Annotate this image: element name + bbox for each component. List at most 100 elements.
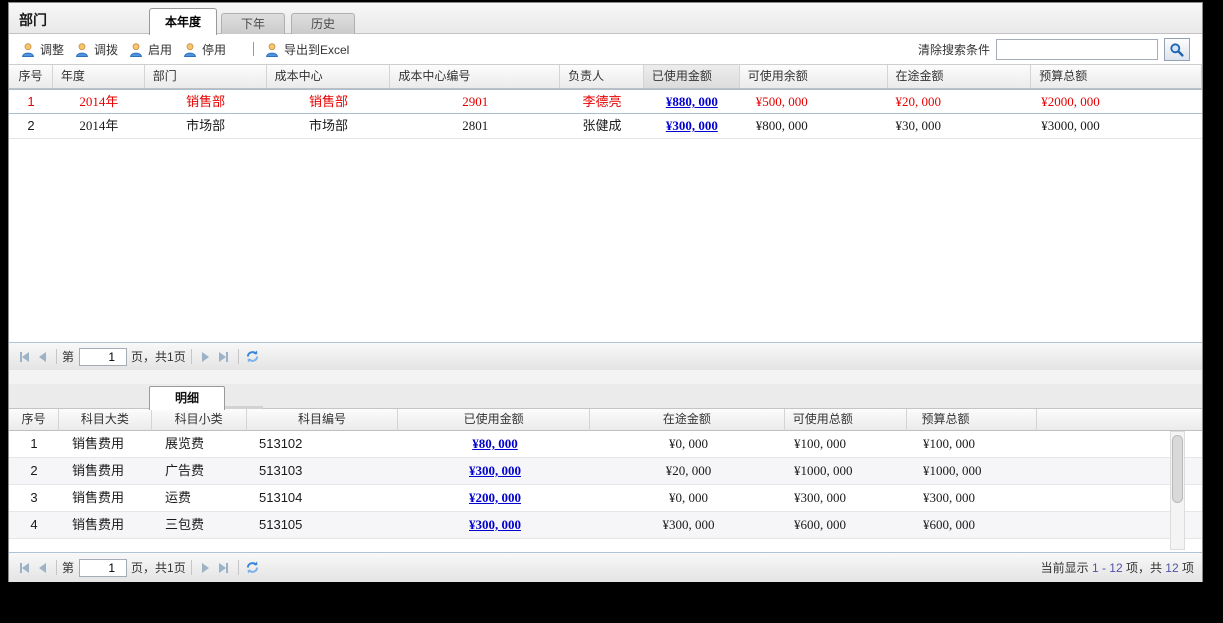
search-icon — [1170, 42, 1184, 57]
table-cell: 广告费 — [165, 463, 205, 478]
transfer-button[interactable]: 调拨 — [71, 39, 121, 60]
amount-link[interactable]: ¥300, 000 — [469, 463, 521, 478]
table-cell: 李德亮 — [582, 94, 622, 109]
search-input[interactable] — [996, 39, 1158, 60]
page-number-input[interactable] — [79, 558, 128, 577]
title-bar: 部门 本年度下年度历史年 — [9, 3, 1202, 51]
tab-history-year[interactable]: 历史年 — [291, 13, 355, 51]
table-cell: 销售费用 — [72, 490, 125, 505]
app-window: 部门 本年度下年度历史年 调整调拨启用停用导出到Excel 清除搜索条件 序号年… — [8, 2, 1203, 582]
refresh-icon[interactable] — [244, 348, 262, 366]
disable-button[interactable]: 停用 — [179, 39, 229, 60]
column-header[interactable]: 在途金额 — [887, 65, 1032, 89]
tab-next-year[interactable]: 下年度 — [221, 13, 285, 51]
person-icon — [76, 42, 88, 57]
table-cell: ¥300, 000 — [399, 512, 591, 538]
table-cell: 销售费用 — [72, 463, 125, 478]
main-grid-header: 序号 年度 部门 成本中心 成本中心编号 负责人 已使用金额 可使用余额 在途金额 预算总额 — [9, 65, 1202, 89]
table-cell: ¥800, 000 — [755, 118, 808, 133]
table-cell: ¥100, 000 — [923, 436, 975, 451]
page-label-after: 页，共1页 — [131, 561, 186, 575]
table-cell: 1 — [30, 436, 38, 451]
column-header[interactable]: 成本中心编号 — [390, 65, 561, 89]
amount-link[interactable]: ¥200, 000 — [469, 490, 521, 505]
table-cell: ¥3000, 000 — [1041, 118, 1100, 133]
amount-link[interactable]: ¥80, 000 — [472, 436, 518, 451]
first-page-icon[interactable] — [15, 559, 33, 577]
tab-detail[interactable]: 明细 — [149, 386, 225, 410]
column-header[interactable]: 序号 — [9, 65, 53, 89]
column-header[interactable]: 已使用金额 — [643, 65, 740, 89]
adjust-button[interactable]: 调整 — [17, 39, 67, 60]
table-cell: 2014年 — [79, 94, 119, 109]
next-page-icon[interactable] — [197, 348, 215, 366]
table-cell: ¥1000, 000 — [794, 463, 853, 478]
table-cell: ¥30, 000 — [895, 118, 942, 133]
table-cell: ¥0, 000 — [669, 490, 708, 505]
column-header[interactable]: 在途金额 — [590, 409, 785, 431]
search-button[interactable] — [1164, 38, 1190, 61]
table-cell: 市场部 — [308, 118, 348, 133]
vertical-scrollbar[interactable] — [1170, 431, 1185, 550]
tab-current-year[interactable]: 本年度 — [149, 8, 217, 35]
table-cell: 1 — [27, 94, 35, 109]
column-header[interactable]: 序号 — [9, 409, 59, 431]
column-header[interactable]: 预算总额 — [1031, 65, 1202, 89]
table-cell: ¥200, 000 — [399, 485, 591, 511]
table-row[interactable]: 4 销售费用 三包费 513105 ¥300, 000 ¥300, 000 ¥600, 00… — [9, 512, 1202, 539]
prev-page-icon[interactable] — [33, 559, 51, 577]
clear-search-link[interactable]: 清除搜索条件 — [918, 41, 990, 58]
column-header-filler — [1037, 409, 1202, 431]
column-header[interactable]: 预算总额 — [907, 409, 1038, 431]
person-icon — [266, 42, 278, 57]
table-cell: ¥100, 000 — [794, 436, 846, 451]
prev-page-icon[interactable] — [33, 348, 51, 366]
page-number-input[interactable] — [79, 347, 128, 366]
column-header[interactable]: 年度 — [52, 65, 145, 89]
table-row[interactable]: 3 销售费用 运费 513104 ¥200, 000 ¥0, 000 ¥300, 000 ¥3… — [9, 485, 1202, 512]
column-header[interactable]: 科目编号 — [246, 409, 399, 431]
last-page-icon[interactable] — [215, 348, 233, 366]
table-cell: ¥0, 000 — [669, 436, 708, 451]
table-cell: 2014年 — [79, 118, 119, 133]
next-page-icon[interactable] — [197, 559, 215, 577]
table-cell: 513103 — [259, 463, 303, 478]
page-label-after: 页，共1页 — [131, 350, 186, 364]
refresh-icon[interactable] — [244, 559, 262, 577]
table-cell: ¥300, 000 — [794, 490, 846, 505]
table-row[interactable]: 1 销售费用 展览费 513102 ¥80, 000 ¥0, 000 ¥100, 000 ¥1… — [9, 431, 1202, 458]
person-icon — [184, 42, 196, 57]
page-label-before: 第 — [62, 350, 75, 364]
column-header[interactable]: 成本中心 — [266, 65, 391, 89]
table-row[interactable]: 1 2014年 销售部 销售部 2901 李德亮 ¥880, 000 ¥500, 000 ¥20… — [9, 89, 1202, 114]
column-header[interactable]: 科目小类 — [151, 409, 247, 431]
table-row[interactable]: 2 销售费用 广告费 513103 ¥300, 000 ¥20, 000 ¥1000, 00… — [9, 458, 1202, 485]
column-header[interactable]: 可使用总额 — [784, 409, 908, 431]
column-header[interactable]: 部门 — [144, 65, 267, 89]
table-cell: ¥20, 000 — [665, 463, 712, 478]
table-cell: ¥300, 000 — [923, 490, 975, 505]
table-cell: 展览费 — [165, 436, 205, 451]
column-header[interactable]: 已使用金额 — [398, 409, 591, 431]
enable-button[interactable]: 启用 — [125, 39, 175, 60]
page-label-before: 第 — [62, 561, 75, 575]
amount-link[interactable]: ¥300, 000 — [666, 118, 718, 133]
column-header[interactable]: 科目大类 — [58, 409, 152, 431]
scrollbar-thumb[interactable] — [1172, 435, 1183, 503]
table-cell: ¥2000, 000 — [1041, 94, 1100, 109]
table-cell: ¥300, 000 — [662, 517, 715, 532]
table-cell: 销售费用 — [72, 517, 125, 532]
screen-background: 部门 本年度下年度历史年 调整调拨启用停用导出到Excel 清除搜索条件 序号年… — [0, 0, 1223, 623]
main-grid-body: 1 2014年 销售部 销售部 2901 李德亮 ¥880, 000 ¥500, 000 ¥20… — [9, 89, 1202, 342]
first-page-icon[interactable] — [15, 348, 33, 366]
table-cell: 2 — [27, 118, 35, 133]
export-excel-button[interactable]: 导出到Excel — [261, 39, 352, 60]
amount-link[interactable]: ¥880, 000 — [666, 94, 718, 109]
amount-link[interactable]: ¥300, 000 — [469, 517, 521, 532]
table-row[interactable]: 2 2014年 市场部 市场部 2801 张健成 ¥300, 000 ¥800, 000 ¥30… — [9, 114, 1202, 139]
column-header[interactable]: 负责人 — [560, 65, 644, 89]
column-header[interactable]: 可使用余额 — [739, 65, 888, 89]
search-zone: 清除搜索条件 — [918, 38, 1190, 61]
person-icon — [130, 42, 142, 57]
last-page-icon[interactable] — [215, 559, 233, 577]
